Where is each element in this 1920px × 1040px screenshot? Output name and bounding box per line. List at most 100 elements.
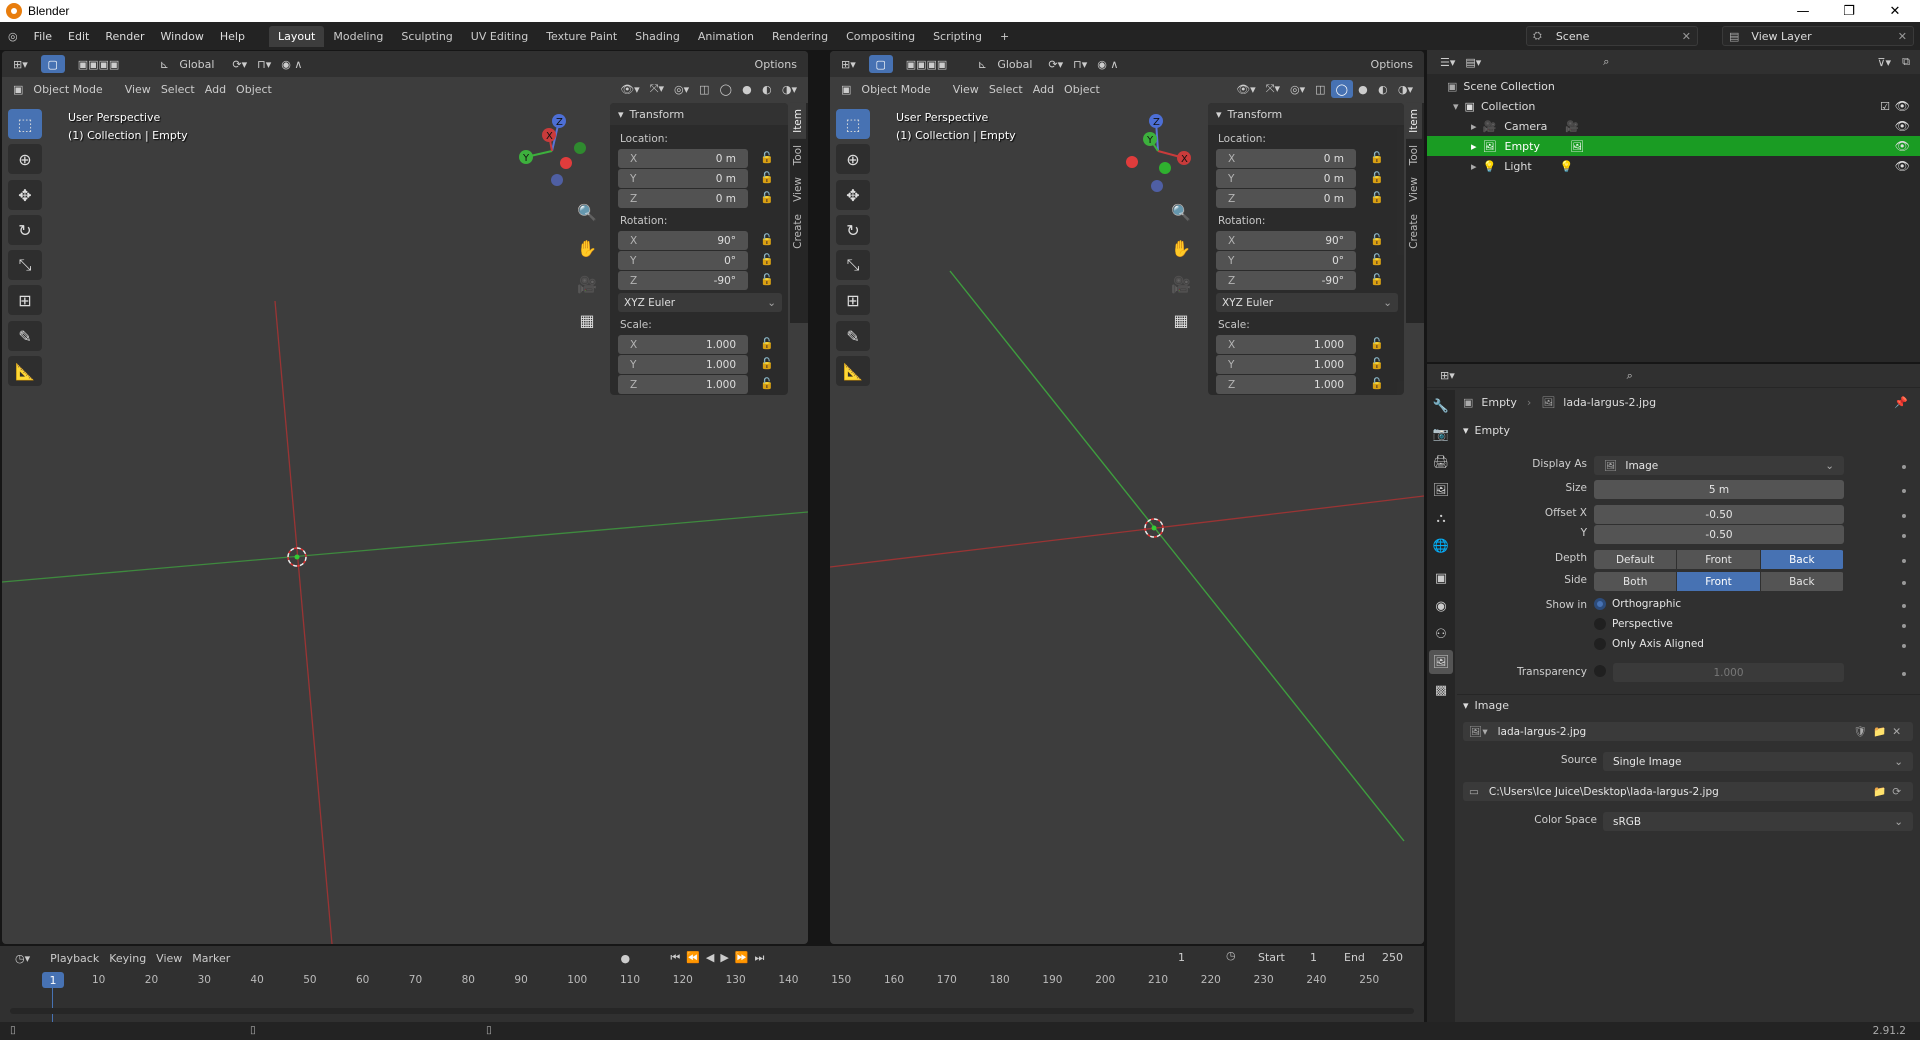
expand-icon[interactable]: ▸ (1471, 140, 1477, 153)
menu-object[interactable]: Object (1059, 80, 1105, 98)
select-box-icon[interactable]: ▢ (868, 55, 893, 73)
close-button[interactable]: ✕ (1872, 0, 1918, 22)
add-workspace-button[interactable]: + (991, 26, 1018, 47)
rotation-y-field[interactable]: Y 0° (618, 251, 748, 270)
shading-material-icon[interactable]: ◐ (757, 80, 777, 98)
location-z-field[interactable]: Z0 m (1216, 189, 1356, 208)
light-data-icon[interactable]: 💡 (1560, 160, 1574, 173)
depth-back[interactable]: Back (1760, 550, 1843, 569)
restore-button[interactable]: ❐ (1826, 0, 1872, 22)
transparency-field[interactable]: 1.000 (1613, 663, 1844, 682)
move-tool-icon[interactable]: ✥ (8, 180, 42, 210)
lock-icon[interactable]: 🔓 (1370, 253, 1384, 267)
outliner-item-camera[interactable]: ▸ 🎥 Camera 🎥 👁 (1427, 116, 1920, 136)
camera-data-icon[interactable]: 🎥 (1565, 120, 1579, 133)
new-collection-icon[interactable]: ⧉ (1896, 53, 1916, 71)
lock-icon[interactable]: 🔓 (1370, 357, 1384, 371)
location-z-field[interactable]: Z0 m (618, 189, 748, 208)
mode-dropdown[interactable]: Object Mode (28, 80, 107, 98)
tab-view[interactable]: View (1406, 171, 1422, 208)
tab-scripting[interactable]: Scripting (924, 26, 991, 47)
scale-tool-icon[interactable]: ⤡ (8, 250, 42, 280)
scale-y-field[interactable]: Y 1.000 (1216, 355, 1356, 374)
visibility-icon[interactable]: 👁▾ (615, 80, 645, 98)
checkbox-icon[interactable]: ☑ (1880, 100, 1890, 113)
location-x-field[interactable]: X0 m (618, 149, 748, 168)
lock-icon[interactable]: 🔓 (760, 253, 774, 267)
zoom-icon[interactable]: 🔍 (574, 195, 600, 231)
show-in-axis-aligned[interactable]: Only Axis Aligned (1594, 638, 1704, 650)
depth-default[interactable]: Default (1594, 550, 1677, 569)
view-layer-tab-icon[interactable]: 🖼 (1429, 478, 1453, 502)
select-mode-icons[interactable]: ▣▣▣▣ (901, 55, 953, 73)
size-field[interactable]: 5 m (1594, 480, 1844, 499)
depth-front[interactable]: Front (1677, 550, 1760, 569)
filepath-field[interactable]: ▭ C:\Users\Ice Juice\Desktop\lada-largus… (1463, 782, 1913, 801)
render-tab-icon[interactable]: 📷 (1429, 422, 1453, 446)
offset-y-field[interactable]: -0.50 (1594, 525, 1844, 544)
clock-icon[interactable]: ◷ (1226, 949, 1236, 962)
view-layer-selector[interactable]: ▤ View Layer ✕ (1722, 26, 1914, 46)
outliner-item-empty[interactable]: ▸ 🖼 Empty 🖼 👁 (1427, 136, 1920, 156)
measure-tool-icon[interactable]: 📐 (8, 356, 42, 386)
menu-select[interactable]: Select (984, 80, 1028, 98)
menu-object[interactable]: Object (231, 80, 277, 98)
scene-tab-icon[interactable]: ⛬ (1429, 506, 1453, 530)
rotation-y-field[interactable]: Y 0° (1216, 251, 1356, 270)
filter-icon[interactable]: ⊽▾ (1872, 53, 1896, 71)
scale-tool-icon[interactable]: ⤡ (836, 250, 870, 280)
offset-x-field[interactable]: -0.50 (1594, 505, 1844, 524)
transform-orientation-dropdown[interactable]: Global (992, 55, 1037, 73)
show-in-perspective[interactable]: Perspective (1594, 618, 1673, 630)
side-front[interactable]: Front (1677, 572, 1760, 591)
eye-icon[interactable]: 👁 (1895, 99, 1910, 113)
current-frame-field[interactable]: 1 (1178, 951, 1185, 964)
menu-render[interactable]: Render (97, 30, 152, 43)
shading-rendered-icon[interactable]: ◑▾ (1393, 80, 1418, 98)
snap-icon[interactable]: ⊓▾ (252, 55, 276, 73)
start-field[interactable]: 1 (1310, 951, 1317, 964)
rotation-mode-dropdown[interactable]: XYZ Euler ⌄ (1216, 293, 1398, 312)
lock-icon[interactable]: 🔓 (1370, 273, 1384, 287)
world-tab-icon[interactable]: 🌐 (1429, 534, 1453, 558)
overlay-toggle-icon[interactable]: ◎▾ (1285, 80, 1310, 98)
navigation-gizmo[interactable]: Z X Y (1118, 111, 1198, 201)
tab-texture-paint[interactable]: Texture Paint (537, 26, 626, 47)
perspective-toggle-icon[interactable]: ▦ (1168, 303, 1194, 339)
snap-icon[interactable]: ⊓▾ (1068, 55, 1092, 73)
select-mode-icons[interactable]: ▣▣▣▣ (73, 55, 125, 73)
editor-type-icon[interactable]: ⊞▾ (8, 55, 33, 73)
scene-selector[interactable]: ⛭ Scene ✕ (1526, 26, 1698, 46)
lock-icon[interactable]: 🔓 (1370, 151, 1384, 165)
source-dropdown[interactable]: Single Image ⌄ (1603, 752, 1913, 771)
tab-tool[interactable]: Tool (1406, 139, 1422, 171)
camera-view-icon[interactable]: 🎥 (574, 267, 600, 303)
empty-panel-header[interactable]: ▾ Empty (1457, 419, 1920, 441)
menu-help[interactable]: Help (212, 30, 253, 43)
move-tool-icon[interactable]: ✥ (836, 180, 870, 210)
scale-x-field[interactable]: X 1.000 (618, 335, 748, 354)
end-field[interactable]: 250 (1382, 951, 1403, 964)
shading-material-icon[interactable]: ◐ (1373, 80, 1393, 98)
cursor-tool-icon[interactable]: ⊕ (8, 144, 42, 174)
timeline-scrollbar[interactable] (10, 1008, 1414, 1014)
lock-icon[interactable]: 🔓 (760, 171, 774, 185)
constraints-tab-icon[interactable]: ⚇ (1429, 622, 1453, 646)
menu-edit[interactable]: Edit (60, 30, 97, 43)
minimize-button[interactable]: — (1780, 0, 1826, 22)
proportional-edit-icon[interactable]: ◉ ∧ (276, 55, 307, 73)
annotate-tool-icon[interactable]: ✎ (836, 321, 870, 351)
rotation-z-field[interactable]: Z -90° (1216, 271, 1356, 290)
output-tab-icon[interactable]: 🖨 (1429, 450, 1453, 474)
visibility-icon[interactable]: 👁▾ (1231, 80, 1261, 98)
select-box-icon[interactable]: ▢ (40, 55, 65, 73)
editor-type-icon[interactable]: ⊞▾ (836, 55, 861, 73)
rotation-x-field[interactable]: X 90° (618, 231, 748, 250)
gizmo-toggle-icon[interactable]: ⤧▾ (1261, 80, 1285, 98)
location-y-field[interactable]: Y0 m (1216, 169, 1356, 188)
image-data-icon[interactable]: 🖼 (1570, 140, 1584, 153)
tab-item[interactable]: Item (1406, 103, 1422, 139)
pin-icon[interactable]: 📌 (1894, 396, 1908, 409)
editor-type-icon[interactable]: ☰▾ (1435, 53, 1460, 71)
menu-file[interactable]: File (26, 30, 60, 43)
